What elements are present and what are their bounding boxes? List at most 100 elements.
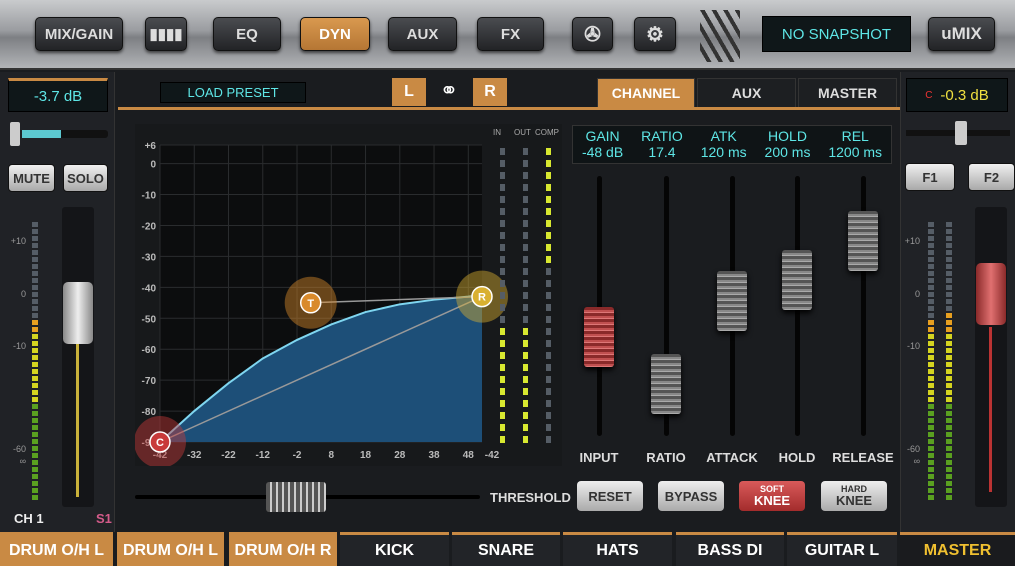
graph-meter-segment xyxy=(546,412,551,419)
master-fader-knob[interactable] xyxy=(976,263,1006,325)
channel-tab[interactable]: DRUM O/H L xyxy=(117,532,224,566)
bypass-button[interactable]: BYPASS xyxy=(658,481,724,511)
meter-segment xyxy=(928,243,934,248)
left-channel-button[interactable]: L xyxy=(392,78,426,106)
scale-label: ∞ xyxy=(19,456,26,466)
meter-segment xyxy=(946,271,952,276)
f2-button[interactable]: F2 xyxy=(968,163,1015,191)
meter-segment xyxy=(928,341,934,346)
meter-bars-icon[interactable]: ▮▮▮▮ xyxy=(145,17,187,51)
scale-label: +10 xyxy=(904,236,920,246)
parameter-display: GAIN -48 dB RATIO 17.4 ATK 120 ms HOLD 200 ms RE… xyxy=(572,125,892,164)
snapshot-dropdown[interactable]: NO SNAPSHOT xyxy=(762,16,911,52)
meter-segment xyxy=(946,327,952,332)
control-point-label: T xyxy=(307,298,314,310)
load-preset-dropdown[interactable]: LOAD PRESET xyxy=(160,82,306,103)
graph-meter-segment xyxy=(500,220,505,227)
fx-button[interactable]: FX xyxy=(477,17,544,51)
graph-meter-segment xyxy=(546,304,551,311)
graph-meter-segment xyxy=(523,436,528,443)
meter-segment xyxy=(32,404,38,409)
fader-knob-input[interactable] xyxy=(584,307,614,368)
fader-track-input[interactable] xyxy=(597,176,602,436)
x-tick-label: -12 xyxy=(256,450,271,461)
channel-tab[interactable]: KICK xyxy=(340,532,449,566)
graph-meter-segment xyxy=(500,256,505,263)
channel-fader-track[interactable] xyxy=(62,207,94,507)
channel-tab[interactable]: SNARE xyxy=(452,532,560,566)
right-channel-button[interactable]: R xyxy=(473,78,507,106)
pan-slider[interactable] xyxy=(22,130,108,138)
gear-icon[interactable]: ⚙ xyxy=(634,17,676,51)
umix-logo-button[interactable]: uMIX xyxy=(928,17,995,51)
graph-meter-segment xyxy=(523,328,528,335)
scale-label: -60 xyxy=(906,444,920,454)
channel-fader-knob[interactable] xyxy=(63,282,93,344)
meter-segment xyxy=(32,306,38,311)
threshold-handle[interactable] xyxy=(266,482,326,512)
channel-gain-display: -3.7 dB xyxy=(8,78,108,112)
param-value: 17.4 xyxy=(648,144,676,160)
fader-knob-release[interactable] xyxy=(848,211,878,271)
fader-knob-hold[interactable] xyxy=(782,250,812,310)
hard-knee-button[interactable]: HARD KNEE xyxy=(821,481,887,511)
channel-tab[interactable]: HATS xyxy=(563,532,672,566)
meter-segment xyxy=(946,222,952,227)
graph-meter-segment xyxy=(546,160,551,167)
meter-segment xyxy=(946,320,952,325)
meter-segment xyxy=(32,348,38,353)
meter-segment xyxy=(946,257,952,262)
solo-button[interactable]: SOLO xyxy=(63,164,108,192)
reset-button[interactable]: RESET xyxy=(577,481,643,511)
tab-channel[interactable]: CHANNEL xyxy=(597,78,695,108)
tab-master[interactable]: MASTER xyxy=(798,78,897,108)
meter-segment xyxy=(946,348,952,353)
master-fader-track[interactable] xyxy=(975,207,1007,507)
meter-segment xyxy=(32,425,38,430)
graph-meter-segment xyxy=(500,388,505,395)
meter-segment xyxy=(946,411,952,416)
dyn-button[interactable]: DYN xyxy=(300,17,370,51)
meter-segment xyxy=(946,397,952,402)
compressor-transfer-graph[interactable]: +60-10-20-30-40-50-60-70-80-90-42 -32 -22-… xyxy=(135,124,562,466)
meter-segment xyxy=(32,355,38,360)
param-value: 1200 ms xyxy=(828,144,883,160)
pan-handle[interactable] xyxy=(10,122,20,146)
y-tick-label: -50 xyxy=(142,314,157,325)
scale-label: -10 xyxy=(12,341,26,351)
graph-meter-segment xyxy=(523,208,528,215)
soft-knee-button[interactable]: SOFT KNEE xyxy=(739,481,805,511)
meter-segment xyxy=(32,264,38,269)
channel-tab[interactable]: DRUM O/H R xyxy=(229,532,337,566)
channel-tab[interactable]: BASS DI xyxy=(676,532,784,566)
meter-segment xyxy=(32,278,38,283)
graph-meter-segment xyxy=(500,148,505,155)
graph-meter-segment xyxy=(523,280,528,287)
graph-meter-segment xyxy=(523,172,528,179)
film-reel-icon[interactable]: ✇ xyxy=(572,17,613,51)
mix-gain-button[interactable]: MIX/GAIN xyxy=(35,17,123,51)
channel-tab[interactable]: GUITAR L xyxy=(787,532,897,566)
meter-segment xyxy=(946,495,952,500)
master-pan-handle[interactable] xyxy=(955,121,967,145)
meter-segment xyxy=(32,397,38,402)
fader-knob-attack[interactable] xyxy=(717,270,747,331)
channel-tab[interactable]: DRUM O/H L xyxy=(0,532,113,566)
tab-aux[interactable]: AUX xyxy=(697,78,796,108)
graph-meter-segment xyxy=(523,352,528,359)
meter-segment xyxy=(946,432,952,437)
channel-number: CH 1 xyxy=(14,511,44,526)
meter-segment xyxy=(928,348,934,353)
graph-meter-segment xyxy=(500,340,505,347)
channel-tab[interactable]: MASTER xyxy=(900,532,1015,566)
aux-button[interactable]: AUX xyxy=(388,17,457,51)
fader-knob-ratio[interactable] xyxy=(651,354,681,414)
meter-segment xyxy=(946,376,952,381)
master-gain-display: C -0.3 dB xyxy=(906,78,1008,112)
stereo-link-icon[interactable]: ⚭ xyxy=(432,78,466,106)
f1-button[interactable]: F1 xyxy=(905,163,955,191)
graph-meter-segment xyxy=(500,328,505,335)
mute-button[interactable]: MUTE xyxy=(8,164,55,192)
meter-segment xyxy=(928,467,934,472)
eq-button[interactable]: EQ xyxy=(213,17,281,51)
